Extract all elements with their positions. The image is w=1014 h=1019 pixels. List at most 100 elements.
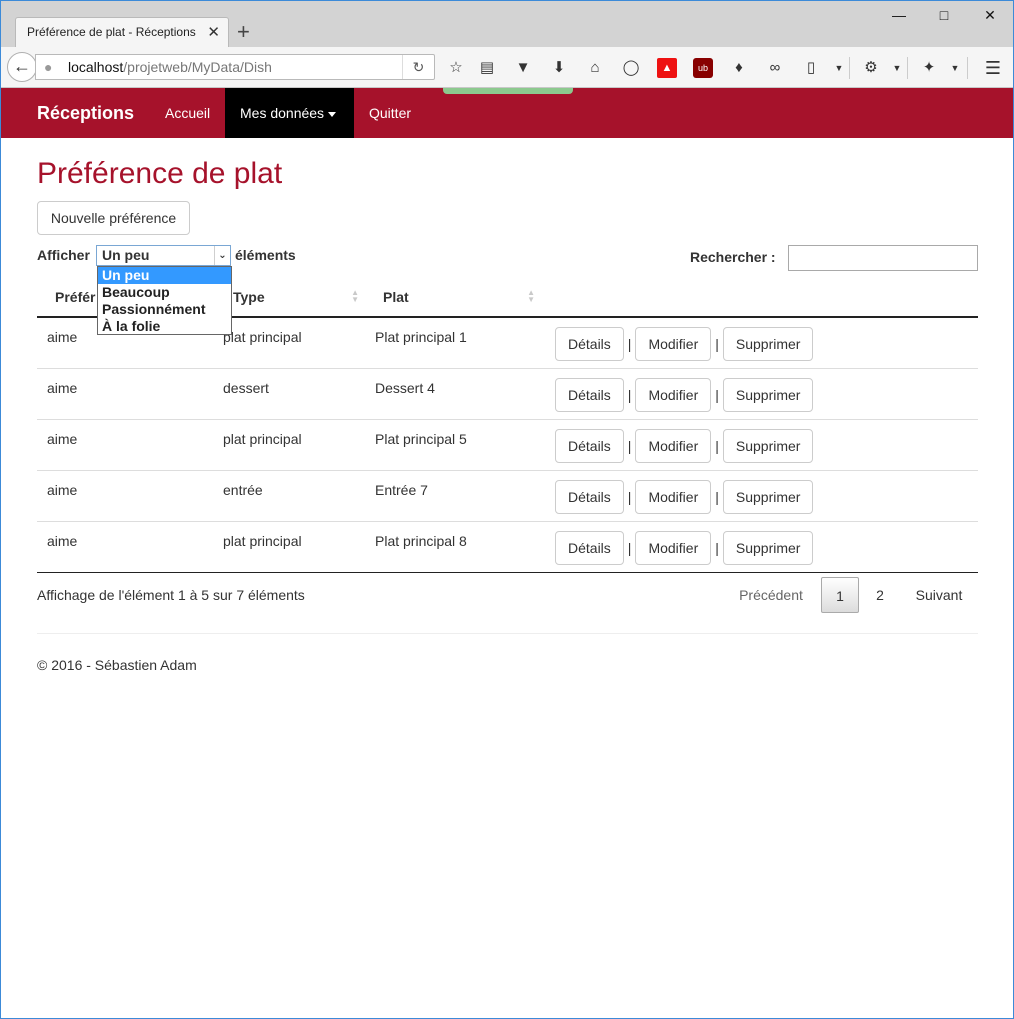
cell-preference: aime xyxy=(37,368,213,420)
search-input[interactable] xyxy=(788,245,978,271)
separator: | xyxy=(627,336,632,352)
cell-preference: aime xyxy=(37,419,213,471)
previous-page-button[interactable]: Précédent xyxy=(729,577,813,613)
length-option[interactable]: Un peu xyxy=(98,267,231,284)
home-icon[interactable]: ⌂ xyxy=(585,58,605,78)
tab-title: Préférence de plat - Réceptions xyxy=(27,25,196,39)
cell-type: plat principal xyxy=(213,521,369,573)
separator: | xyxy=(627,539,632,556)
minimize-icon[interactable]: — xyxy=(889,7,909,23)
toolbar-divider xyxy=(967,57,968,79)
url-host: localhost xyxy=(68,59,124,75)
clipboard-icon[interactable]: ▯ xyxy=(801,58,821,78)
separator: | xyxy=(715,386,719,403)
cell-type: plat principal xyxy=(213,419,369,471)
nav-item-mes-donnees[interactable]: Mes données xyxy=(225,88,354,138)
back-icon[interactable]: ← xyxy=(7,52,37,82)
pocket-icon[interactable]: ▼ xyxy=(513,58,533,78)
download-icon[interactable]: ⬇ xyxy=(549,58,569,78)
delete-button[interactable]: Supprimer xyxy=(722,377,814,412)
delete-button[interactable]: Supprimer xyxy=(722,428,814,463)
edit-button[interactable]: Modifier xyxy=(635,530,712,565)
separator: | xyxy=(715,336,719,352)
cell-actions: Détails | Modifier | Supprimer xyxy=(545,521,978,573)
separator: | xyxy=(627,488,632,505)
notification-bar xyxy=(443,88,573,94)
length-select-value: Un peu xyxy=(102,247,150,263)
separator: | xyxy=(715,437,719,454)
length-option[interactable]: À la folie xyxy=(98,318,231,335)
delete-button[interactable]: Supprimer xyxy=(722,327,814,361)
cell-type: dessert xyxy=(213,368,369,420)
page-button-1[interactable]: 1 xyxy=(821,577,859,613)
site-info-icon[interactable]: ● xyxy=(44,55,52,79)
maximize-icon[interactable]: □ xyxy=(934,7,954,23)
chat-icon[interactable]: ◯ xyxy=(621,58,641,78)
cell-actions: Détails | Modifier | Supprimer xyxy=(545,470,978,522)
pdf-icon[interactable]: ▲ xyxy=(657,58,677,78)
app-navbar: Réceptions Accueil Mes données Quitter xyxy=(1,88,1013,138)
edit-button[interactable]: Modifier xyxy=(635,479,712,514)
chevron-down-icon[interactable]: ▼ xyxy=(887,58,907,78)
new-preference-button[interactable]: Nouvelle préférence xyxy=(37,201,190,235)
cell-type: plat principal xyxy=(213,317,369,369)
length-option[interactable]: Beaucoup xyxy=(98,284,231,301)
url-bar[interactable]: ● localhost/projetweb/MyData/Dish ↻ xyxy=(35,54,435,80)
edit-button[interactable]: Modifier xyxy=(635,327,712,361)
chevron-down-icon[interactable]: ⌄ xyxy=(214,246,230,265)
star-icon[interactable]: ☆ xyxy=(446,58,466,78)
reload-icon[interactable]: ↻ xyxy=(402,55,434,79)
toolbar-divider xyxy=(907,57,908,79)
nav-item-accueil[interactable]: Accueil xyxy=(150,88,225,138)
separator: | xyxy=(627,386,632,403)
menu-icon[interactable]: ☰ xyxy=(983,58,1003,78)
cell-preference: aime xyxy=(37,521,213,573)
edit-button[interactable]: Modifier xyxy=(635,428,712,463)
reading-list-icon[interactable]: ▤ xyxy=(477,58,497,78)
browser-titlebar: Préférence de plat - Réceptions ✕ + — □ … xyxy=(1,1,1013,47)
separator: | xyxy=(627,437,632,454)
details-button[interactable]: Détails xyxy=(555,327,624,361)
table-row: aime plat principal Plat principal 8 Dét… xyxy=(37,521,978,573)
next-page-button[interactable]: Suivant xyxy=(903,577,975,613)
extension-icon[interactable]: ♦ xyxy=(729,58,749,78)
ublock-icon[interactable]: ub xyxy=(693,58,713,78)
search-label: Rechercher : xyxy=(690,249,776,265)
column-header-label: Préfér xyxy=(55,288,96,305)
bubbles-icon[interactable]: ∞ xyxy=(765,58,785,78)
chevron-down-icon[interactable]: ▼ xyxy=(945,58,965,78)
table-info: Affichage de l'élément 1 à 5 sur 7 éléme… xyxy=(37,587,305,603)
length-select[interactable]: Un peu ⌄ xyxy=(96,245,231,266)
page-button-2[interactable]: 2 xyxy=(863,577,897,613)
gear-icon[interactable]: ⚙ xyxy=(861,58,881,78)
length-dropdown: Un peu Beaucoup Passionnément À la folie xyxy=(97,266,232,335)
column-header-label: Type xyxy=(233,288,265,305)
browser-tab[interactable]: Préférence de plat - Réceptions ✕ xyxy=(15,17,229,47)
details-button[interactable]: Détails xyxy=(555,377,624,412)
column-header-type[interactable]: Type ▲ ▼ xyxy=(213,277,369,318)
sort-icon: ▲ ▼ xyxy=(351,288,359,304)
details-button[interactable]: Détails xyxy=(555,530,624,565)
close-tab-icon[interactable]: ✕ xyxy=(207,18,220,47)
length-option[interactable]: Passionnément xyxy=(98,301,231,318)
delete-button[interactable]: Supprimer xyxy=(722,479,814,514)
delete-button[interactable]: Supprimer xyxy=(722,530,814,565)
length-suffix: éléments xyxy=(235,247,296,263)
cell-preference: aime xyxy=(37,470,213,522)
edit-button[interactable]: Modifier xyxy=(635,377,712,412)
divider xyxy=(37,633,978,634)
details-button[interactable]: Détails xyxy=(555,479,624,514)
sort-icon: ▲ ▼ xyxy=(527,288,535,304)
details-button[interactable]: Détails xyxy=(555,428,624,463)
cell-plat: Entrée 7 xyxy=(369,470,545,522)
window-close-icon[interactable]: ✕ xyxy=(980,7,1000,24)
separator: | xyxy=(715,539,719,556)
nav-item-quitter[interactable]: Quitter xyxy=(354,88,426,138)
tools-icon[interactable]: ✦ xyxy=(919,58,939,78)
toolbar-divider xyxy=(849,57,850,79)
brand-link[interactable]: Réceptions xyxy=(37,88,134,138)
new-tab-icon[interactable]: + xyxy=(237,18,250,46)
chevron-down-icon[interactable]: ▼ xyxy=(829,58,849,78)
cell-plat: Plat principal 1 xyxy=(369,317,545,369)
column-header-plat[interactable]: Plat ▲ ▼ xyxy=(369,277,545,318)
